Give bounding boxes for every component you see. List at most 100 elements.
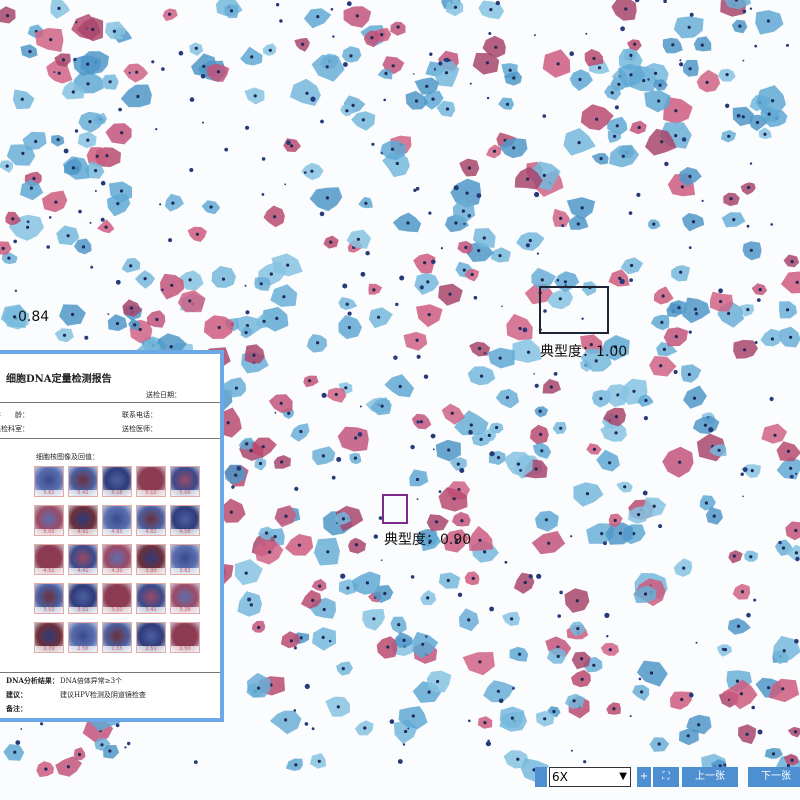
- cell-nucleus: [717, 448, 721, 452]
- detection-score-left: 0.84: [18, 309, 50, 325]
- debris-dot: [200, 74, 206, 79]
- debris-dot: [642, 490, 648, 496]
- cell-nucleus: [657, 742, 661, 746]
- cell-image-grid: 5.61 5.42 5.16 5.12 5.06 5.05 4.91 4.85 4.82 4.58…: [34, 466, 209, 666]
- zoom-value: 6X: [552, 770, 568, 784]
- toolbar-handle[interactable]: [535, 767, 547, 787]
- debris-dot: [757, 729, 763, 735]
- cell-nucleus: [478, 538, 482, 542]
- cell: [337, 426, 369, 452]
- cell-nucleus: [423, 261, 427, 265]
- cell-nucleus: [372, 288, 376, 292]
- cell-nucleus: [576, 222, 580, 226]
- prev-image-button[interactable]: 上一张: [682, 767, 738, 787]
- cell-nucleus: [364, 201, 368, 205]
- cell-nucleus: [273, 535, 277, 539]
- debris-dot: [115, 279, 121, 285]
- cell: [649, 356, 677, 377]
- cell-nucleus: [347, 325, 351, 330]
- cell-nucleus: [612, 707, 616, 711]
- cell-nucleus: [652, 504, 656, 508]
- cell-nucleus: [252, 353, 256, 357]
- cell-nucleus: [614, 431, 618, 435]
- cell: [311, 54, 345, 82]
- cell-nucleus: [221, 277, 226, 281]
- debris-dot: [261, 157, 266, 161]
- debris-dot: [679, 59, 682, 62]
- cell-nucleus: [704, 501, 709, 505]
- debris-dot: [569, 51, 574, 56]
- debris-dot: [342, 283, 348, 289]
- fullscreen-icon[interactable]: ⛶: [653, 767, 679, 787]
- detection-box-primary[interactable]: [539, 286, 609, 334]
- debris-dot: [331, 475, 336, 480]
- cell-nucleus: [738, 24, 742, 28]
- cell-nucleus: [1, 246, 5, 250]
- cell-nucleus: [688, 67, 692, 71]
- cell-thumbnail-value: 3.26: [171, 607, 199, 613]
- cell-nucleus: [372, 617, 376, 621]
- cell-nucleus: [217, 325, 221, 330]
- cell-nucleus: [135, 70, 139, 74]
- next-image-button[interactable]: 下一张: [748, 767, 800, 787]
- debris-dot: [688, 246, 692, 250]
- cell-nucleus: [282, 295, 286, 299]
- debris-dot: [721, 647, 726, 651]
- debris-dot: [463, 222, 466, 225]
- debris-dot: [159, 203, 162, 206]
- debris-dot: [795, 472, 798, 475]
- cell-nucleus: [426, 596, 430, 600]
- cell-nucleus: [94, 169, 98, 173]
- cell-thumbnail-value: 3.50: [103, 607, 131, 613]
- cell-nucleus: [549, 385, 553, 389]
- cell-nucleus: [763, 132, 767, 136]
- cell-nucleus: [480, 374, 484, 378]
- cell-thumbnail: 5.61: [34, 466, 64, 497]
- detection-box-secondary[interactable]: [382, 494, 408, 524]
- cell-nucleus: [108, 749, 112, 753]
- cell-thumbnail-value: 3.82: [171, 568, 199, 574]
- cell-nucleus: [143, 277, 147, 281]
- cell-nucleus: [469, 423, 473, 427]
- cell-nucleus: [66, 234, 70, 238]
- zoom-select[interactable]: 6X ▼: [549, 767, 631, 787]
- cell-nucleus: [279, 401, 283, 405]
- cell-nucleus: [615, 124, 619, 128]
- debris-dot: [689, 12, 694, 17]
- debris-dot: [100, 217, 105, 222]
- cell-nucleus: [365, 581, 369, 585]
- cell-nucleus: [446, 578, 450, 583]
- debris-dot: [347, 311, 352, 316]
- report-field-doctor: 送检医师：: [122, 425, 157, 433]
- cell-nucleus: [498, 254, 502, 258]
- cell-nucleus: [794, 528, 798, 533]
- debris-dot: [498, 698, 504, 704]
- debris-dot: [473, 295, 478, 300]
- cell-nucleus: [516, 462, 521, 466]
- cell-nucleus: [597, 66, 602, 70]
- dna-report-panel: 细胞DNA定量检测报告 送检日期： 年 龄： 联系电话： 送检科室： 送检医师：…: [0, 350, 224, 722]
- cell-nucleus: [316, 341, 320, 345]
- cell-nucleus: [592, 56, 596, 61]
- cell-nucleus: [773, 433, 777, 437]
- cell-thumbnail-value: 2.56: [69, 646, 97, 652]
- cell-nucleus: [386, 645, 390, 649]
- debris-dot: [407, 727, 410, 730]
- cell-nucleus: [467, 166, 471, 170]
- cell-nucleus: [116, 202, 120, 206]
- cell-nucleus: [732, 218, 736, 222]
- cell-nucleus: [703, 423, 708, 427]
- plus-icon[interactable]: +: [637, 767, 651, 787]
- cell-nucleus: [129, 264, 133, 268]
- debris-dot: [279, 19, 283, 23]
- cell: [211, 266, 236, 288]
- cell-nucleus: [693, 307, 698, 311]
- cell-nucleus: [91, 27, 95, 32]
- cell-nucleus: [461, 209, 465, 213]
- cell-nucleus: [346, 586, 350, 590]
- debris-dot: [395, 302, 399, 307]
- cell-nucleus: [34, 139, 38, 144]
- cell-nucleus: [794, 730, 798, 734]
- cell-nucleus: [86, 82, 90, 86]
- cell-nucleus: [580, 677, 584, 681]
